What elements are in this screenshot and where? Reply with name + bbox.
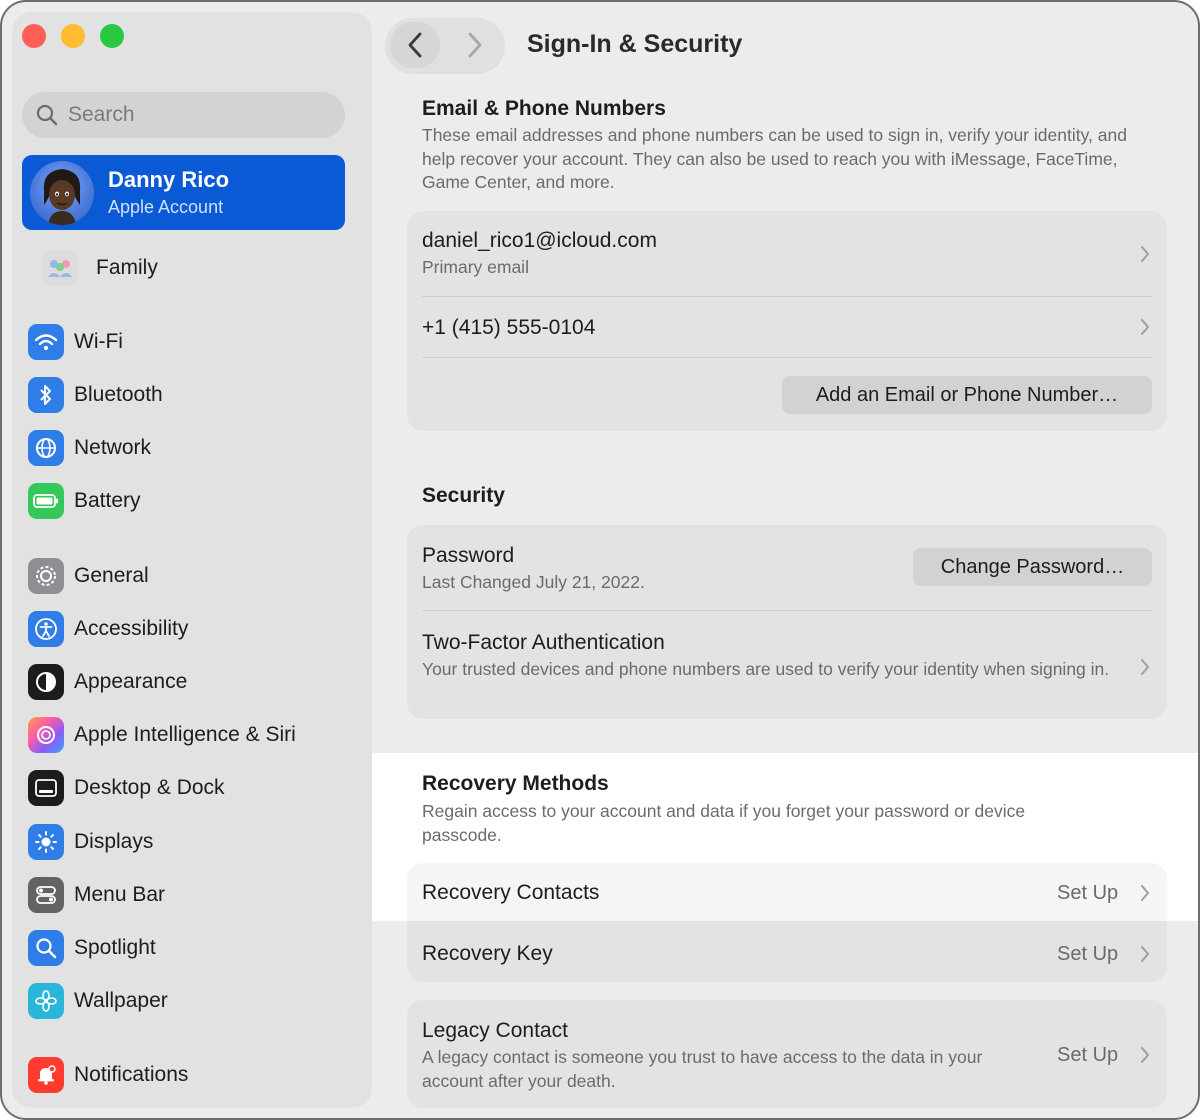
sidebar-item-label: Desktop & Dock	[74, 776, 225, 799]
security-section-title: Security	[422, 484, 505, 507]
family-icon	[42, 250, 78, 286]
sidebar-item-network[interactable]: Network	[28, 428, 348, 468]
siri-icon	[28, 717, 64, 753]
chevron-right-icon[interactable]	[1138, 316, 1152, 338]
sidebar-item-siri[interactable]: Apple Intelligence & Siri	[28, 715, 348, 755]
avatar	[30, 160, 94, 225]
sidebar-item-displays[interactable]: Displays	[28, 822, 348, 862]
recovery-section-title: Recovery Methods	[422, 772, 609, 795]
change-password-button[interactable]: Change Password…	[913, 548, 1152, 586]
magnifier-icon	[28, 930, 64, 966]
sidebar-item-label: Family	[96, 256, 158, 279]
two-factor-description: Your trusted devices and phone numbers a…	[422, 659, 1110, 679]
sidebar-item-desktop-dock[interactable]: Desktop & Dock	[28, 768, 348, 808]
divider	[422, 357, 1152, 358]
globe-icon	[28, 430, 64, 466]
search-placeholder: Search	[68, 103, 135, 126]
sidebar-item-general[interactable]: General	[28, 556, 348, 596]
search-field[interactable]: Search	[22, 92, 345, 138]
sidebar-item-accessibility[interactable]: Accessibility	[28, 609, 348, 649]
battery-icon	[28, 483, 64, 519]
chevron-right-icon[interactable]	[1138, 943, 1152, 965]
two-factor-title[interactable]: Two-Factor Authentication	[422, 631, 665, 655]
minimize-button[interactable]	[61, 24, 85, 48]
recovery-key-setup[interactable]: Set Up	[1057, 943, 1118, 966]
email-section-description: These email addresses and phone numbers …	[422, 125, 1127, 192]
sidebar-item-notifications[interactable]: Notifications	[28, 1055, 348, 1095]
sidebar-item-label: Network	[74, 436, 152, 459]
chevron-right-icon[interactable]	[1138, 656, 1152, 678]
sidebar-account[interactable]: Danny Rico Apple Account	[22, 155, 345, 230]
account-subtitle: Apple Account	[108, 197, 224, 217]
sidebar-item-label: Wi-Fi	[74, 330, 123, 353]
accessibility-icon	[28, 611, 64, 647]
phone-number[interactable]: +1 (415) 555-0104	[422, 316, 595, 340]
legacy-contact-description: A legacy contact is someone you trust to…	[422, 1047, 983, 1091]
sidebar-item-bluetooth[interactable]: Bluetooth	[28, 375, 348, 415]
recovery-section-description: Regain access to your account and data i…	[422, 801, 1026, 845]
sidebar-item-label: General	[74, 564, 149, 587]
dock-icon	[28, 770, 64, 806]
appearance-icon	[28, 664, 64, 700]
chevron-right-icon[interactable]	[1138, 243, 1152, 265]
wifi-icon	[28, 324, 64, 360]
sidebar-item-menu-bar[interactable]: Menu Bar	[28, 875, 348, 915]
settings-window: Search Danny Rico Apple Account Family W…	[0, 0, 1200, 1120]
chevron-right-icon[interactable]	[1138, 882, 1152, 904]
sidebar-item-wallpaper[interactable]: Wallpaper	[28, 981, 348, 1021]
search-icon	[36, 104, 58, 126]
gear-icon	[28, 558, 64, 594]
sidebar-item-label: Spotlight	[74, 936, 156, 959]
recovery-contacts-title[interactable]: Recovery Contacts	[422, 881, 599, 905]
sidebar-item-label: Apple Intelligence & Siri	[74, 723, 296, 746]
chevron-right-icon[interactable]	[1138, 1044, 1152, 1066]
add-email-phone-button[interactable]: Add an Email or Phone Number…	[782, 376, 1152, 414]
password-last-changed: Last Changed July 21, 2022.	[422, 572, 645, 592]
bluetooth-icon	[28, 377, 64, 413]
legacy-contact-setup[interactable]: Set Up	[1057, 1044, 1118, 1067]
close-button[interactable]	[22, 24, 46, 48]
sidebar-item-battery[interactable]: Battery	[28, 481, 348, 521]
sidebar-item-label: Wallpaper	[74, 989, 168, 1012]
bell-icon	[28, 1057, 64, 1093]
chevron-left-icon	[408, 32, 422, 58]
forward-button[interactable]	[450, 22, 500, 68]
email-section-title: Email & Phone Numbers	[422, 97, 666, 120]
chevron-right-icon	[468, 32, 482, 58]
recovery-key-title[interactable]: Recovery Key	[422, 942, 553, 966]
sidebar-item-wifi[interactable]: Wi-Fi	[28, 322, 348, 362]
recovery-contacts-setup[interactable]: Set Up	[1057, 882, 1118, 905]
primary-email[interactable]: daniel_rico1@icloud.com	[422, 229, 657, 253]
sidebar-item-label: Menu Bar	[74, 883, 166, 906]
flower-icon	[28, 983, 64, 1019]
sidebar-item-family[interactable]: Family	[28, 248, 348, 288]
sidebar-item-label: Accessibility	[74, 617, 189, 640]
divider	[422, 296, 1152, 297]
page-title: Sign-In & Security	[527, 30, 743, 58]
menubar-icon	[28, 877, 64, 913]
legacy-contact-title[interactable]: Legacy Contact	[422, 1019, 568, 1043]
sidebar-item-label: Bluetooth	[74, 383, 163, 406]
sidebar-item-appearance[interactable]: Appearance	[28, 662, 348, 702]
primary-email-label: Primary email	[422, 257, 529, 277]
account-name: Danny Rico	[108, 167, 230, 192]
sidebar-item-label: Notifications	[74, 1063, 189, 1086]
divider	[422, 610, 1152, 611]
sun-icon	[28, 824, 64, 860]
zoom-button[interactable]	[100, 24, 124, 48]
password-title: Password	[422, 544, 515, 567]
sidebar-item-spotlight[interactable]: Spotlight	[28, 928, 348, 968]
sidebar-item-label: Displays	[74, 830, 154, 853]
back-button[interactable]	[390, 22, 440, 68]
sidebar-item-label: Battery	[74, 489, 141, 512]
sidebar-item-label: Appearance	[74, 670, 188, 693]
